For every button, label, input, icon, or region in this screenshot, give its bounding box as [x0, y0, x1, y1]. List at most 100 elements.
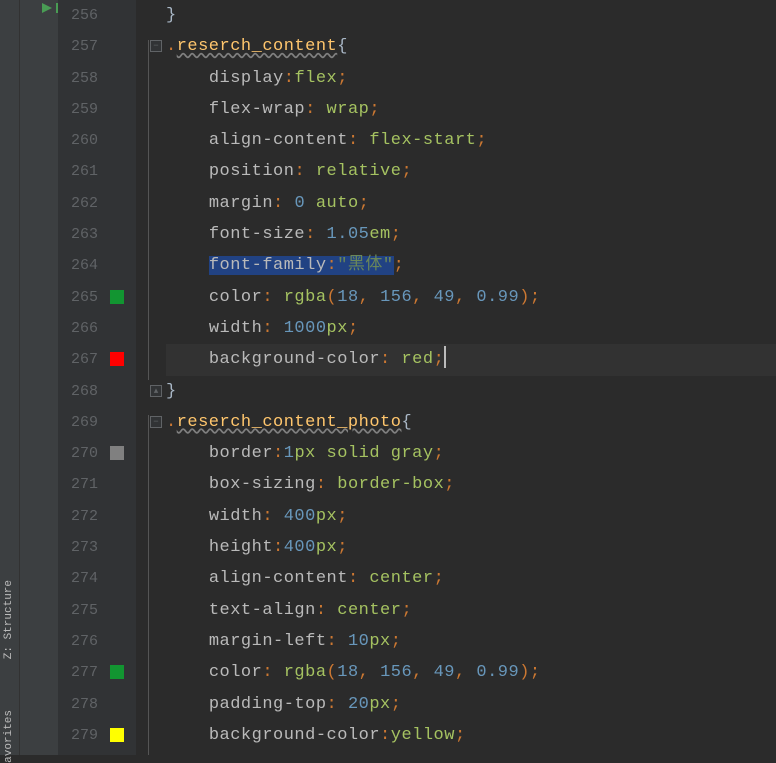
code-line[interactable]: box-sizing: border-box; — [166, 469, 776, 500]
code-token: em — [369, 225, 390, 244]
color-swatch[interactable] — [110, 728, 124, 742]
code-token: 10 — [348, 632, 369, 651]
line-number: 275 — [58, 595, 98, 626]
code-line[interactable]: position: relative; — [166, 156, 776, 187]
code-token: font-size — [209, 225, 305, 244]
color-swatch[interactable] — [110, 290, 124, 304]
code-token: ; — [401, 162, 412, 181]
code-token: 0 — [294, 194, 305, 213]
code-token: background-color — [209, 350, 380, 369]
code-line[interactable]: border:1px solid gray; — [166, 438, 776, 469]
code-token: : — [327, 256, 338, 275]
editor-area[interactable]: } .reserch_content{ display:flex; flex-wr… — [166, 0, 776, 755]
code-token: ; — [455, 726, 466, 745]
code-token: ( — [327, 663, 338, 682]
code-token: : — [348, 131, 369, 150]
play-icon[interactable] — [42, 3, 52, 13]
code-token: 0.99 — [476, 288, 519, 307]
code-token: } — [166, 6, 177, 25]
code-token: 1.05 — [327, 225, 370, 244]
line-number: 267 — [58, 344, 98, 375]
code-token: ; — [434, 569, 445, 588]
code-token: : — [262, 319, 283, 338]
code-token: ; — [476, 131, 487, 150]
code-token: : — [305, 225, 326, 244]
code-line[interactable]: margin: 0 auto; — [166, 188, 776, 219]
line-number: 269 — [58, 407, 98, 438]
code-line[interactable]: } — [166, 0, 776, 31]
code-token: : — [316, 475, 337, 494]
code-token: px — [369, 695, 390, 714]
code-token: 1 — [284, 444, 295, 463]
line-number: 260 — [58, 125, 98, 156]
code-line[interactable]: height:400px; — [166, 532, 776, 563]
code-line[interactable]: width: 1000px; — [166, 313, 776, 344]
code-token: px — [327, 319, 348, 338]
code-line[interactable]: background-color: red; — [166, 344, 776, 375]
code-line[interactable]: text-align: center; — [166, 595, 776, 626]
code-token: rgba — [284, 288, 327, 307]
code-token: width — [209, 507, 263, 526]
code-line[interactable]: flex-wrap: wrap; — [166, 94, 776, 125]
code-line[interactable]: font-size: 1.05em; — [166, 219, 776, 250]
code-line[interactable]: margin-left: 10px; — [166, 626, 776, 657]
code-token: flex-start — [369, 131, 476, 150]
fold-toggle-icon[interactable]: − — [150, 416, 162, 428]
fold-toggle-icon[interactable]: ▴ — [150, 385, 162, 397]
code-token: px — [316, 507, 337, 526]
color-swatch[interactable] — [110, 446, 124, 460]
code-token: 18 — [337, 288, 358, 307]
line-number: 262 — [58, 188, 98, 219]
code-line[interactable]: align-content: flex-start; — [166, 125, 776, 156]
line-number: 273 — [58, 532, 98, 563]
code-token: : — [316, 601, 337, 620]
line-number: 278 — [58, 689, 98, 720]
line-number: 265 — [58, 282, 98, 313]
code-token: center — [369, 569, 433, 588]
code-token: reserch_content — [177, 37, 338, 56]
text-cursor — [444, 346, 446, 368]
structure-tool-tab[interactable]: Z: Structure — [3, 580, 15, 659]
code-token: text-align — [209, 601, 316, 620]
code-token: ; — [391, 632, 402, 651]
code-line[interactable]: } — [166, 376, 776, 407]
code-token: rgba — [284, 663, 327, 682]
code-line[interactable]: display:flex; — [166, 63, 776, 94]
code-token: 1000 — [284, 319, 327, 338]
fold-toggle-icon[interactable]: − — [150, 40, 162, 52]
code-token: ) — [519, 288, 530, 307]
code-line[interactable]: .reserch_content_photo{ — [166, 407, 776, 438]
code-line[interactable]: padding-top: 20px; — [166, 689, 776, 720]
line-number: 257 — [58, 31, 98, 62]
code-line[interactable]: color: rgba(18, 156, 49, 0.99); — [166, 282, 776, 313]
code-token: flex-wrap — [209, 100, 305, 119]
code-token: border-box — [337, 475, 444, 494]
code-token: : — [327, 632, 348, 651]
code-line[interactable]: .reserch_content{ — [166, 31, 776, 62]
code-line[interactable]: background-color:yellow; — [166, 720, 776, 751]
color-swatch[interactable] — [110, 352, 124, 366]
line-number: 258 — [58, 63, 98, 94]
code-line[interactable]: color: rgba(18, 156, 49, 0.99); — [166, 657, 776, 688]
color-swatch[interactable] — [110, 665, 124, 679]
code-token: 49 — [434, 288, 455, 307]
code-token: solid — [327, 444, 381, 463]
code-token — [380, 444, 391, 463]
code-token: position — [209, 162, 295, 181]
code-token: ; — [434, 350, 445, 369]
code-line[interactable]: width: 400px; — [166, 501, 776, 532]
code-token: color — [209, 663, 263, 682]
code-token: reserch_content_photo — [177, 413, 402, 432]
line-number: 259 — [58, 94, 98, 125]
line-number: 261 — [58, 156, 98, 187]
code-token: ; — [444, 475, 455, 494]
code-token: . — [166, 37, 177, 56]
code-token: background-color — [209, 726, 380, 745]
code-token: 400 — [284, 507, 316, 526]
code-line[interactable]: align-content: center; — [166, 563, 776, 594]
code-line[interactable]: font-family:"黑体"; — [166, 250, 776, 281]
fold-line — [148, 415, 149, 755]
code-token: : — [327, 695, 348, 714]
line-number: 279 — [58, 720, 98, 751]
code-token: align-content — [209, 131, 348, 150]
